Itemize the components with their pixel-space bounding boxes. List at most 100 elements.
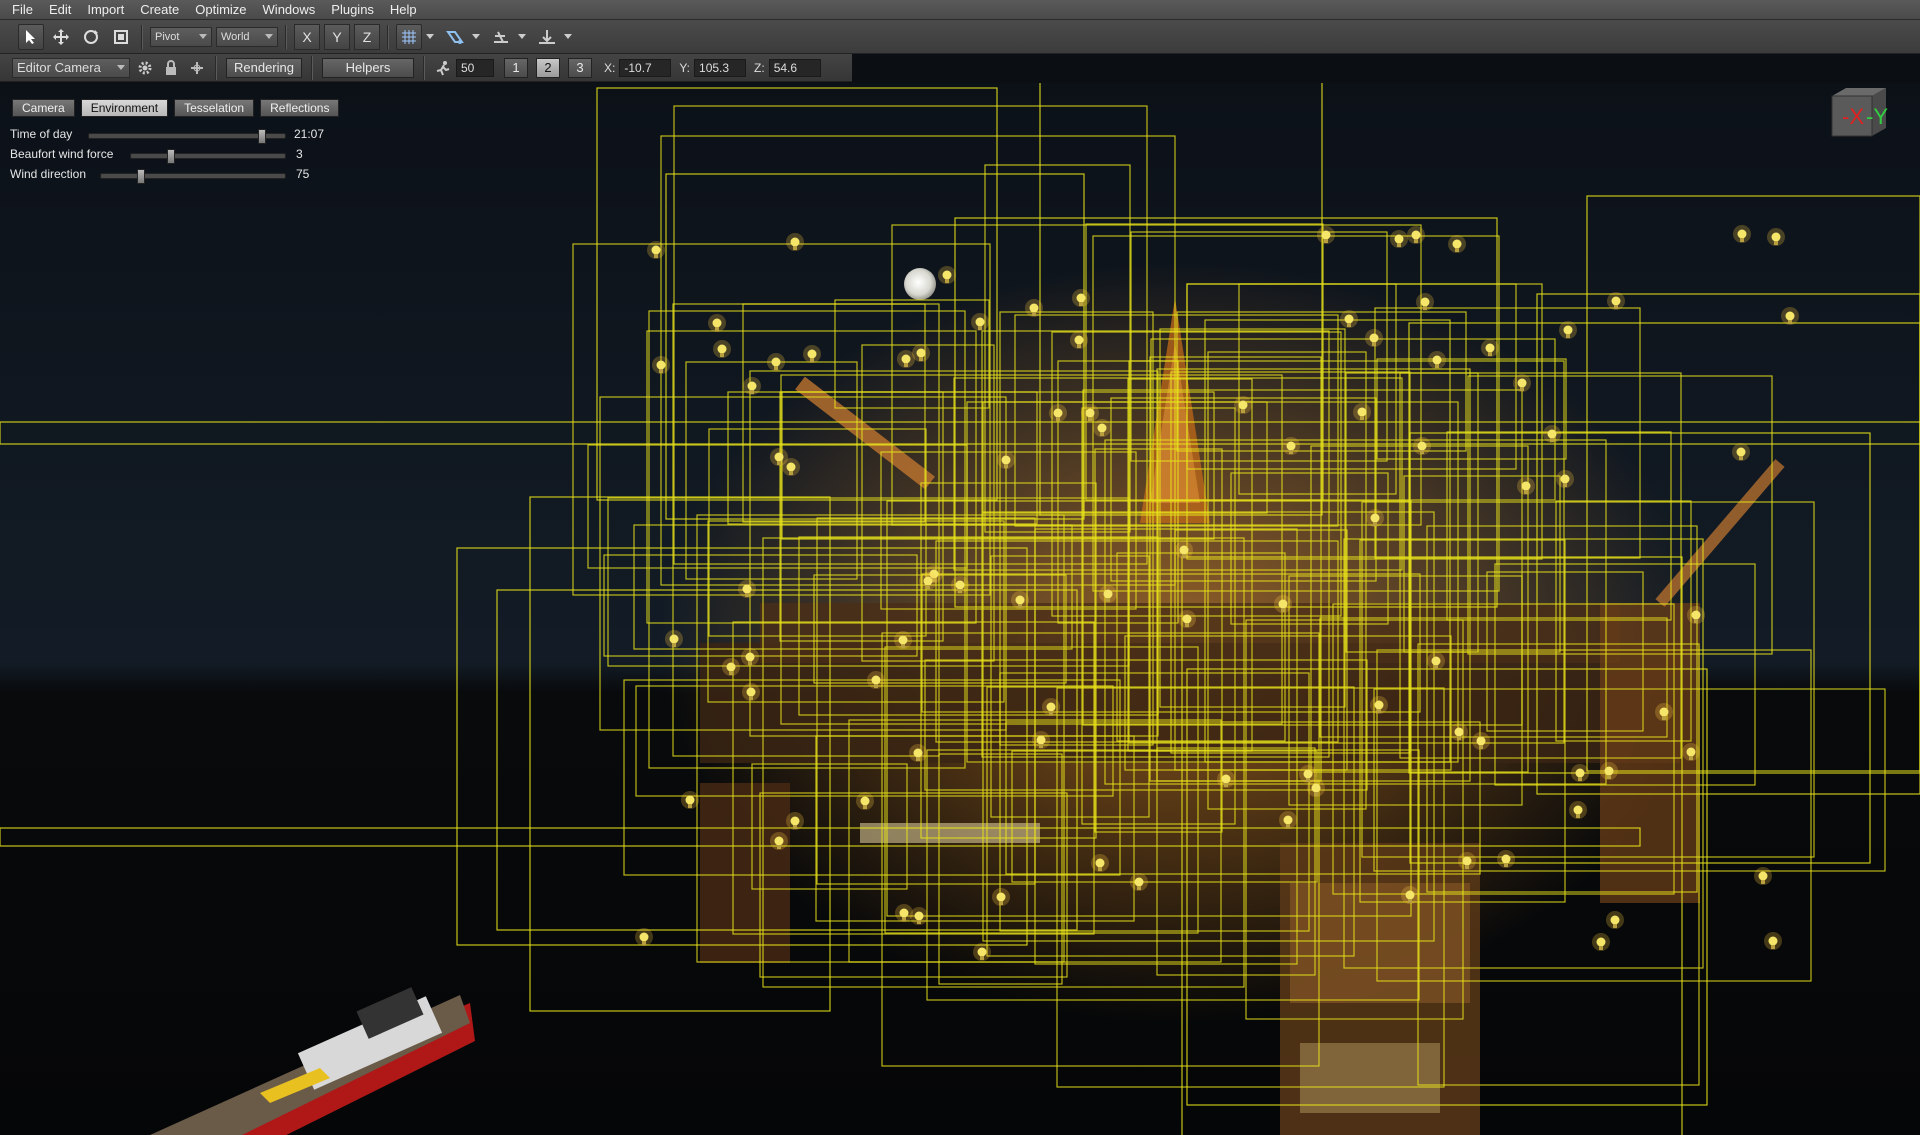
light-bulb-icon[interactable] — [1401, 886, 1419, 904]
light-bulb-icon[interactable] — [1448, 235, 1466, 253]
light-bulb-icon[interactable] — [1072, 289, 1090, 307]
light-bulb-icon[interactable] — [803, 345, 821, 363]
light-bulb-icon[interactable] — [1370, 696, 1388, 714]
axis-y-button[interactable]: Y — [324, 23, 350, 50]
light-bulb-icon[interactable] — [742, 683, 760, 701]
menu-create[interactable]: Create — [134, 2, 189, 17]
menu-plugins[interactable]: Plugins — [325, 2, 384, 17]
light-bulb-icon[interactable] — [919, 572, 937, 590]
light-bulb-icon[interactable] — [665, 630, 683, 648]
camera-combo[interactable]: Editor Camera — [12, 57, 130, 78]
light-bulb-icon[interactable] — [1767, 228, 1785, 246]
pivot-combo[interactable]: Pivot — [150, 26, 212, 47]
light-bulb-icon[interactable] — [1093, 419, 1111, 437]
chevron-down-icon[interactable] — [426, 34, 434, 39]
light-bulb-icon[interactable] — [1428, 351, 1446, 369]
light-bulb-icon[interactable] — [713, 340, 731, 358]
light-bulb-icon[interactable] — [1513, 374, 1531, 392]
light-bulb-icon[interactable] — [1472, 732, 1490, 750]
view-cube[interactable]: -X -Y — [1826, 84, 1892, 140]
snap-grid-button[interactable] — [396, 23, 422, 50]
time-of-day-slider[interactable] — [88, 129, 286, 144]
y-coord-field[interactable]: 105.3 — [694, 58, 747, 77]
snap-vertex-button[interactable] — [442, 24, 468, 50]
light-bulb-icon[interactable] — [1559, 321, 1577, 339]
light-bulb-icon[interactable] — [909, 744, 927, 762]
scene-render[interactable] — [0, 83, 1920, 1135]
light-bulb-icon[interactable] — [1517, 477, 1535, 495]
chevron-down-icon[interactable] — [518, 34, 526, 39]
light-bulb-icon[interactable] — [997, 451, 1015, 469]
scale-tool-button[interactable] — [108, 24, 134, 50]
light-bulb-icon[interactable] — [1081, 404, 1099, 422]
light-bulb-icon[interactable] — [1556, 470, 1574, 488]
rendering-button[interactable]: Rendering — [226, 57, 302, 78]
tab-camera[interactable]: Camera — [12, 99, 75, 117]
light-bulb-icon[interactable] — [912, 344, 930, 362]
light-bulb-icon[interactable] — [1497, 850, 1515, 868]
light-bulb-icon[interactable] — [1178, 610, 1196, 628]
light-bulb-icon[interactable] — [1543, 425, 1561, 443]
light-bulb-icon[interactable] — [635, 928, 653, 946]
x-coord-field[interactable]: -10.7 — [619, 58, 672, 77]
scene-viewport[interactable] — [0, 83, 1920, 1135]
light-bulb-icon[interactable] — [856, 792, 874, 810]
light-bulb-icon[interactable] — [1687, 606, 1705, 624]
light-bulb-icon[interactable] — [1025, 299, 1043, 317]
light-bulb-icon[interactable] — [767, 353, 785, 371]
light-bulb-icon[interactable] — [722, 658, 740, 676]
light-bulb-icon[interactable] — [992, 888, 1010, 906]
light-bulb-icon[interactable] — [1764, 932, 1782, 950]
light-bulb-icon[interactable] — [1390, 230, 1408, 248]
tab-environment[interactable]: Environment — [80, 99, 169, 117]
light-bulb-icon[interactable] — [867, 671, 885, 689]
speed-preset-1[interactable]: 1 — [504, 57, 528, 78]
light-bulb-icon[interactable] — [1450, 723, 1468, 741]
speed-preset-2[interactable]: 2 — [536, 57, 560, 78]
light-bulb-icon[interactable] — [1655, 703, 1673, 721]
drop-to-ground-button[interactable] — [534, 24, 560, 50]
light-bulb-icon[interactable] — [1340, 310, 1358, 328]
axis-z-button[interactable]: Z — [354, 23, 380, 50]
light-bulb-icon[interactable] — [1130, 873, 1148, 891]
light-bulb-icon[interactable] — [770, 832, 788, 850]
rotate-tool-button[interactable] — [78, 24, 104, 50]
camera-speed-icon-button[interactable] — [432, 55, 454, 81]
light-bulb-icon[interactable] — [1282, 437, 1300, 455]
light-bulb-icon[interactable] — [1175, 541, 1193, 559]
light-bulb-icon[interactable] — [1011, 591, 1029, 609]
speed-preset-3[interactable]: 3 — [568, 57, 592, 78]
light-bulb-icon[interactable] — [738, 580, 756, 598]
light-bulb-icon[interactable] — [971, 313, 989, 331]
menu-help[interactable]: Help — [384, 2, 427, 17]
light-bulb-icon[interactable] — [1407, 226, 1425, 244]
light-bulb-icon[interactable] — [1317, 226, 1335, 244]
light-bulb-icon[interactable] — [743, 377, 761, 395]
menu-file[interactable]: File — [6, 2, 43, 17]
chevron-down-icon[interactable] — [564, 34, 572, 39]
camera-focus-button[interactable] — [186, 55, 208, 81]
light-bulb-icon[interactable] — [1571, 764, 1589, 782]
light-bulb-icon[interactable] — [910, 907, 928, 925]
light-bulb-icon[interactable] — [1569, 801, 1587, 819]
light-bulb-icon[interactable] — [951, 576, 969, 594]
light-bulb-icon[interactable] — [1754, 867, 1772, 885]
space-combo[interactable]: World — [216, 26, 278, 47]
light-bulb-icon[interactable] — [652, 356, 670, 374]
axis-x-button[interactable]: X — [294, 23, 320, 50]
light-bulb-icon[interactable] — [1682, 743, 1700, 761]
light-bulb-icon[interactable] — [786, 812, 804, 830]
move-tool-button[interactable] — [48, 24, 74, 50]
light-bulb-icon[interactable] — [1091, 854, 1109, 872]
light-bulb-icon[interactable] — [1070, 331, 1088, 349]
menu-optimize[interactable]: Optimize — [189, 2, 256, 17]
light-bulb-icon[interactable] — [1234, 396, 1252, 414]
light-bulb-icon[interactable] — [1427, 652, 1445, 670]
light-bulb-icon[interactable] — [1274, 595, 1292, 613]
light-bulb-icon[interactable] — [1413, 437, 1431, 455]
light-bulb-icon[interactable] — [1049, 404, 1067, 422]
light-bulb-icon[interactable] — [1600, 762, 1618, 780]
light-bulb-icon[interactable] — [1416, 293, 1434, 311]
menu-windows[interactable]: Windows — [257, 2, 326, 17]
camera-speed-field[interactable]: 50 — [456, 58, 494, 77]
